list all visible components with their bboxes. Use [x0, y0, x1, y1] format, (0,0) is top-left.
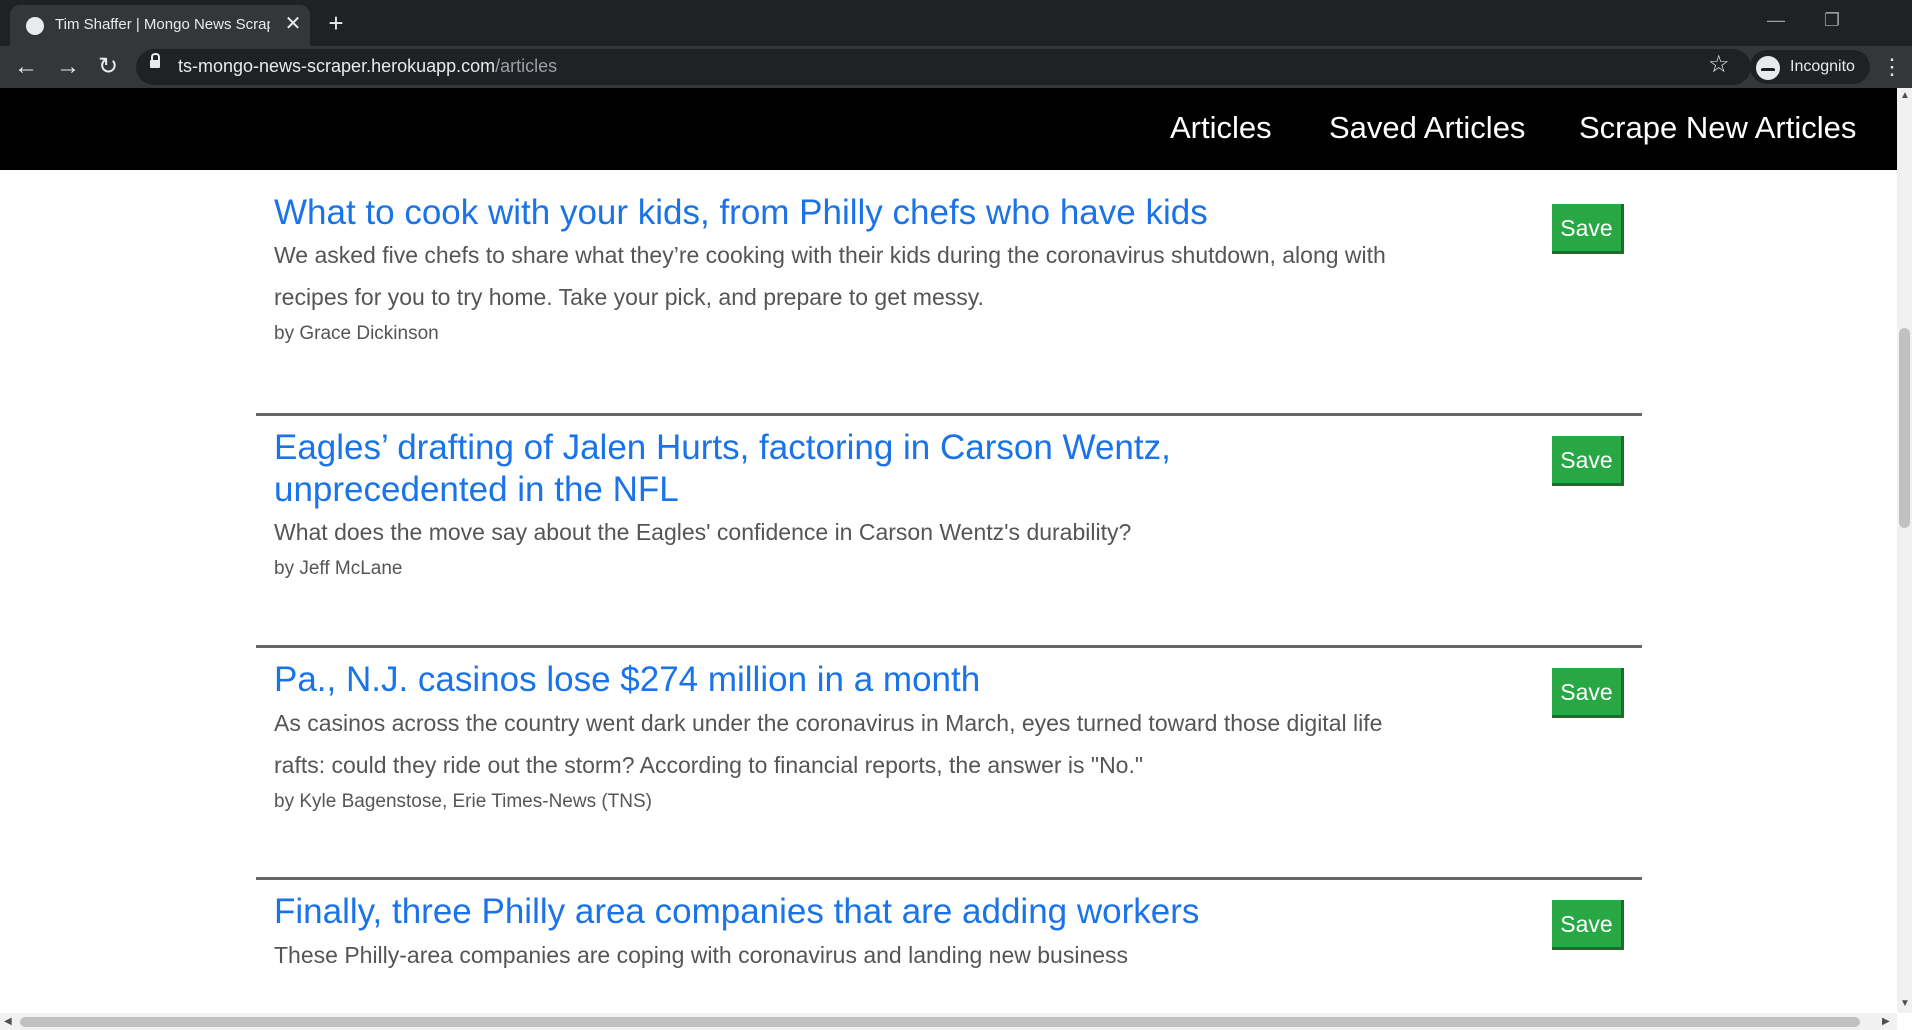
save-button[interactable]: Save [1552, 668, 1624, 718]
new-tab-icon[interactable]: + [320, 7, 352, 39]
address-bar[interactable]: ts-mongo-news-scraper.herokuapp.com/arti… [136, 49, 1751, 85]
article-title-link[interactable]: Finally, three Philly area companies tha… [274, 891, 1274, 933]
browser-tab[interactable]: Tim Shaffer | Mongo News Scrap ✕ [10, 5, 310, 46]
article-summary: As casinos across the country went dark … [274, 710, 1383, 778]
scroll-left-arrow-icon[interactable]: ◀ [4, 1016, 12, 1027]
close-tab-icon[interactable]: ✕ [282, 13, 304, 35]
save-button[interactable]: Save [1552, 436, 1624, 486]
article-divider [256, 413, 1642, 416]
scroll-right-arrow-icon[interactable]: ▶ [1882, 1016, 1890, 1027]
article-title-link[interactable]: What to cook with your kids, from Philly… [274, 192, 1274, 234]
horizontal-scrollbar[interactable]: ◀ ▶ [0, 1013, 1897, 1030]
url-path: /articles [495, 56, 558, 76]
browser-tab-strip: Tim Shaffer | Mongo News Scrap ✕ + — ❐ [0, 0, 1912, 46]
vertical-scroll-thumb[interactable] [1899, 328, 1910, 528]
url-host: ts-mongo-news-scraper.herokuapp.com [178, 56, 496, 76]
incognito-profile[interactable]: Incognito [1750, 50, 1870, 84]
article-summary: We asked five chefs to share what they’r… [274, 242, 1386, 310]
article-divider [256, 645, 1642, 648]
nav-link-articles[interactable]: Articles [1170, 110, 1272, 146]
lock-icon [150, 53, 160, 68]
article-summary: What does the move say about the Eagles'… [274, 519, 1132, 545]
reload-icon[interactable]: ↻ [92, 51, 124, 83]
site-navbar: Articles Saved Articles Scrape New Artic… [0, 88, 1897, 170]
horizontal-scroll-thumb[interactable] [20, 1017, 1860, 1027]
scroll-down-arrow-icon[interactable]: ▼ [1900, 998, 1910, 1009]
scroll-up-arrow-icon[interactable]: ▲ [1900, 90, 1910, 101]
incognito-icon [1756, 56, 1780, 80]
nav-link-saved-articles[interactable]: Saved Articles [1329, 110, 1525, 146]
article-divider [256, 877, 1642, 880]
globe-icon [26, 17, 44, 35]
restore-icon[interactable]: ❐ [1812, 6, 1852, 34]
article-title-link[interactable]: Pa., N.J. casinos lose $274 million in a… [274, 659, 1274, 701]
save-button[interactable]: Save [1552, 900, 1624, 950]
article-title-link[interactable]: Eagles’ drafting of Jalen Hurts, factori… [274, 427, 1274, 511]
article-summary: These Philly-area companies are coping w… [274, 942, 1129, 968]
tab-title: Tim Shaffer | Mongo News Scrap [55, 16, 270, 33]
address-bar-url[interactable]: ts-mongo-news-scraper.herokuapp.com/arti… [178, 56, 557, 77]
save-button[interactable]: Save [1552, 204, 1624, 254]
browser-toolbar: ← → ↻ ts-mongo-news-scraper.herokuapp.co… [0, 46, 1912, 88]
forward-icon[interactable]: → [52, 51, 84, 83]
article-author: by Grace Dickinson [274, 323, 439, 344]
nav-link-scrape-new-articles[interactable]: Scrape New Articles [1579, 110, 1856, 146]
incognito-label: Incognito [1790, 58, 1855, 75]
minimize-icon[interactable]: — [1756, 6, 1796, 34]
back-icon[interactable]: ← [10, 51, 42, 83]
article-author: by Kyle Bagenstose, Erie Times-News (TNS… [274, 791, 653, 812]
article-author: by Jeff McLane [274, 558, 403, 579]
vertical-scrollbar[interactable]: ▲ ▼ [1897, 88, 1912, 1013]
browser-menu-icon[interactable]: ⋮ [1880, 51, 1904, 83]
page-viewport: Articles Saved Articles Scrape New Artic… [0, 88, 1897, 1013]
